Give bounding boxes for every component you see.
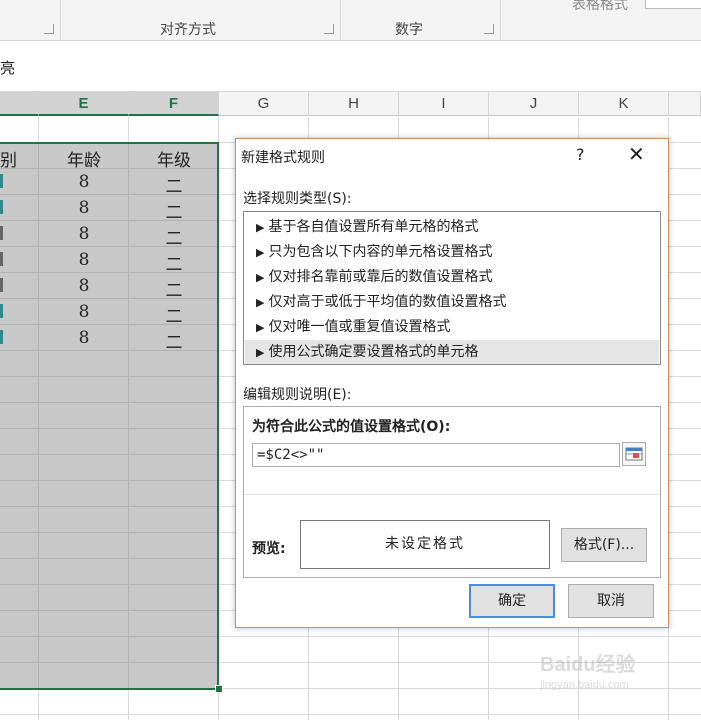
truncated-cell-d bbox=[0, 330, 3, 344]
dialog-launcher-icon[interactable] bbox=[484, 24, 494, 34]
cell-f-grade[interactable]: 二 bbox=[129, 302, 219, 327]
cell-e-age[interactable]: 8 bbox=[39, 302, 129, 322]
column-header-l[interactable] bbox=[669, 92, 701, 116]
cell-e-age[interactable]: 8 bbox=[39, 328, 129, 348]
cell-f-grade[interactable]: 二 bbox=[129, 172, 219, 197]
cell-e-header[interactable]: 年龄 bbox=[39, 146, 129, 171]
ribbon-dropdown[interactable] bbox=[645, 0, 701, 9]
watermark-url: jingyan.baidu.com bbox=[540, 679, 629, 691]
cell-e-age[interactable]: 8 bbox=[39, 172, 129, 192]
cell-f-header[interactable]: 年级 bbox=[129, 146, 219, 171]
format-button[interactable]: 格式(F)... bbox=[561, 528, 647, 562]
truncated-cell-d bbox=[0, 200, 3, 214]
dialog-launcher-icon[interactable] bbox=[324, 24, 334, 34]
rule-type-item[interactable]: ▶ 基于各自值设置所有单元格的格式 bbox=[245, 215, 659, 239]
truncated-cell-d bbox=[0, 174, 3, 188]
close-icon[interactable]: ✕ bbox=[628, 142, 645, 166]
cell-f-grade[interactable]: 二 bbox=[129, 224, 219, 249]
ribbon-separator bbox=[500, 0, 501, 40]
cell-d-header[interactable]: 别 bbox=[0, 146, 17, 171]
formula-bar[interactable]: 亮 bbox=[0, 41, 701, 92]
truncated-cell-d bbox=[0, 278, 3, 292]
watermark-logo: Baidu经验 bbox=[540, 654, 636, 676]
format-preview: 未设定格式 bbox=[300, 520, 550, 569]
triangle-right-icon: ▶ bbox=[256, 321, 265, 334]
cell-f-grade[interactable]: 二 bbox=[129, 328, 219, 353]
ribbon-separator bbox=[340, 0, 341, 40]
help-icon[interactable]: ? bbox=[576, 145, 585, 164]
rule-type-item[interactable]: ▶ 仅对排名靠前或靠后的数值设置格式 bbox=[245, 265, 659, 289]
dialog-title: 新建格式规则 bbox=[241, 150, 325, 166]
ribbon-separator bbox=[60, 0, 61, 40]
truncated-cell-d bbox=[0, 252, 3, 266]
truncated-cell-d bbox=[0, 226, 3, 240]
cell-e-age[interactable]: 8 bbox=[39, 276, 129, 296]
select-rule-type-label: 选择规则类型(S): bbox=[243, 191, 352, 207]
cell-e-age[interactable]: 8 bbox=[39, 224, 129, 244]
cell-e-age[interactable]: 8 bbox=[39, 198, 129, 218]
dialog-launcher-icon[interactable] bbox=[44, 24, 54, 34]
column-header-f[interactable]: F bbox=[129, 92, 219, 116]
cell-f-grade[interactable]: 二 bbox=[129, 250, 219, 275]
rule-type-item[interactable]: ▶ 只为包含以下内容的单元格设置格式 bbox=[245, 240, 659, 264]
rule-type-item[interactable]: ▶ 仅对高于或低于平均值的数值设置格式 bbox=[245, 290, 659, 314]
fill-handle[interactable] bbox=[215, 685, 223, 693]
rule-type-list[interactable]: ▶ 基于各自值设置所有单元格的格式 ▶ 只为包含以下内容的单元格设置格式 ▶ 仅对排名… bbox=[243, 211, 661, 365]
column-header-e[interactable]: E bbox=[39, 92, 129, 116]
column-header-h[interactable]: H bbox=[309, 92, 399, 116]
column-header-g[interactable]: G bbox=[219, 92, 309, 116]
column-header-j[interactable]: J bbox=[489, 92, 579, 116]
ribbon-group-alignment: 对齐方式 bbox=[160, 22, 216, 38]
rule-type-item[interactable]: ▶ 仅对唯一值或重复值设置格式 bbox=[245, 315, 659, 339]
table-format-button[interactable]: 表格格式 bbox=[572, 0, 628, 14]
watermark: Baidu经验 jingyan.baidu.com bbox=[540, 648, 690, 708]
cell-f-grade[interactable]: 二 bbox=[129, 276, 219, 301]
ribbon: 对齐方式 数字 表格格式 bbox=[0, 0, 701, 41]
formula-input[interactable]: =$C2<>"" bbox=[252, 443, 620, 467]
rule-type-item-selected[interactable]: ▶ 使用公式确定要设置格式的单元格 bbox=[245, 340, 659, 364]
triangle-right-icon: ▶ bbox=[256, 221, 265, 234]
cell-f-grade[interactable]: 二 bbox=[129, 198, 219, 223]
range-selector-icon[interactable] bbox=[622, 442, 646, 466]
cancel-button[interactable]: 取消 bbox=[568, 584, 654, 618]
triangle-right-icon: ▶ bbox=[256, 246, 265, 259]
edit-rule-label: 编辑规则说明(E): bbox=[243, 387, 352, 403]
triangle-right-icon: ▶ bbox=[256, 271, 265, 284]
column-header-i[interactable]: I bbox=[399, 92, 489, 116]
formula-label: 为符合此公式的值设置格式(O): bbox=[252, 419, 451, 435]
truncated-cell-d bbox=[0, 304, 3, 318]
formula-bar-text: 亮 bbox=[0, 59, 16, 77]
column-header-d[interactable] bbox=[0, 92, 39, 116]
ok-button[interactable]: 确定 bbox=[469, 584, 555, 618]
preview-label: 预览: bbox=[252, 541, 286, 557]
column-header-k[interactable]: K bbox=[579, 92, 669, 116]
triangle-right-icon: ▶ bbox=[256, 346, 265, 359]
ribbon-group-number: 数字 bbox=[395, 22, 423, 38]
triangle-right-icon: ▶ bbox=[256, 296, 265, 309]
cell-e-age[interactable]: 8 bbox=[39, 250, 129, 270]
new-format-rule-dialog: 新建格式规则 ? ✕ 选择规则类型(S): ▶ 基于各自值设置所有单元格的格式 ▶… bbox=[235, 138, 669, 628]
rule-description-panel: 为符合此公式的值设置格式(O): =$C2<>"" 预览: 未设定格式 格式(F… bbox=[243, 406, 661, 578]
